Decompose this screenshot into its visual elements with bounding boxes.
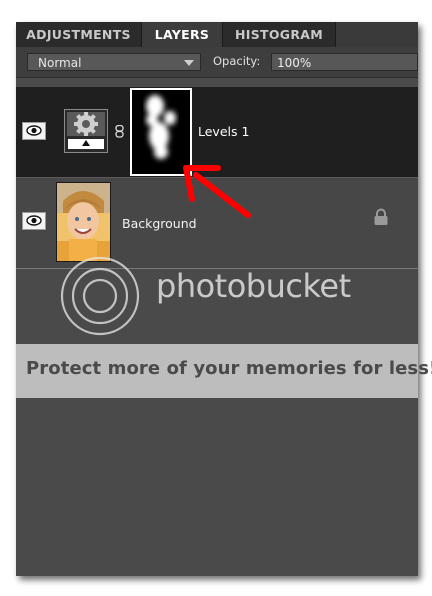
panel-tab-bar: ADJUSTMENTS LAYERS HISTOGRAM	[16, 22, 418, 47]
eye-icon	[26, 125, 42, 136]
layers-panel: ADJUSTMENTS LAYERS HISTOGRAM Normal Opac…	[16, 22, 432, 576]
tab-bar-filler	[336, 22, 418, 47]
child-photo	[57, 183, 110, 261]
eye-icon	[26, 215, 42, 226]
promo-text: Protect more of your memories for less!	[26, 358, 432, 379]
blend-mode-value: Normal	[38, 56, 82, 70]
levels-gear-icon	[65, 110, 107, 152]
levels-adjustment-thumbnail[interactable]	[64, 109, 108, 153]
layer-options-bar: Normal Opacity: 100%	[16, 47, 418, 78]
mask-shape	[146, 95, 176, 159]
lock-icon	[374, 208, 388, 225]
photobucket-logo-icon	[60, 256, 140, 336]
opacity-field[interactable]: 100%	[271, 53, 418, 71]
layer-mask-thumbnail[interactable]	[130, 88, 192, 176]
visibility-toggle[interactable]	[22, 212, 46, 230]
layer-name-background[interactable]: Background	[122, 216, 197, 231]
tab-histogram[interactable]: HISTOGRAM	[223, 22, 336, 47]
layer-name-levels-1[interactable]: Levels 1	[198, 124, 249, 139]
chevron-down-icon	[184, 60, 194, 66]
promo-banner: Protect more of your memories for less!	[16, 344, 432, 398]
layer-row-levels-1[interactable]: Levels 1	[16, 87, 418, 178]
watermark-brand: photobucket	[156, 267, 351, 305]
visibility-toggle[interactable]	[22, 122, 46, 140]
tab-layers[interactable]: LAYERS	[142, 22, 223, 47]
tab-adjustments[interactable]: ADJUSTMENTS	[16, 22, 142, 47]
chain-link-icon[interactable]	[115, 125, 124, 138]
opacity-label: Opacity:	[213, 54, 261, 68]
blend-mode-dropdown[interactable]: Normal	[27, 53, 201, 71]
background-image-thumbnail[interactable]	[56, 182, 111, 262]
